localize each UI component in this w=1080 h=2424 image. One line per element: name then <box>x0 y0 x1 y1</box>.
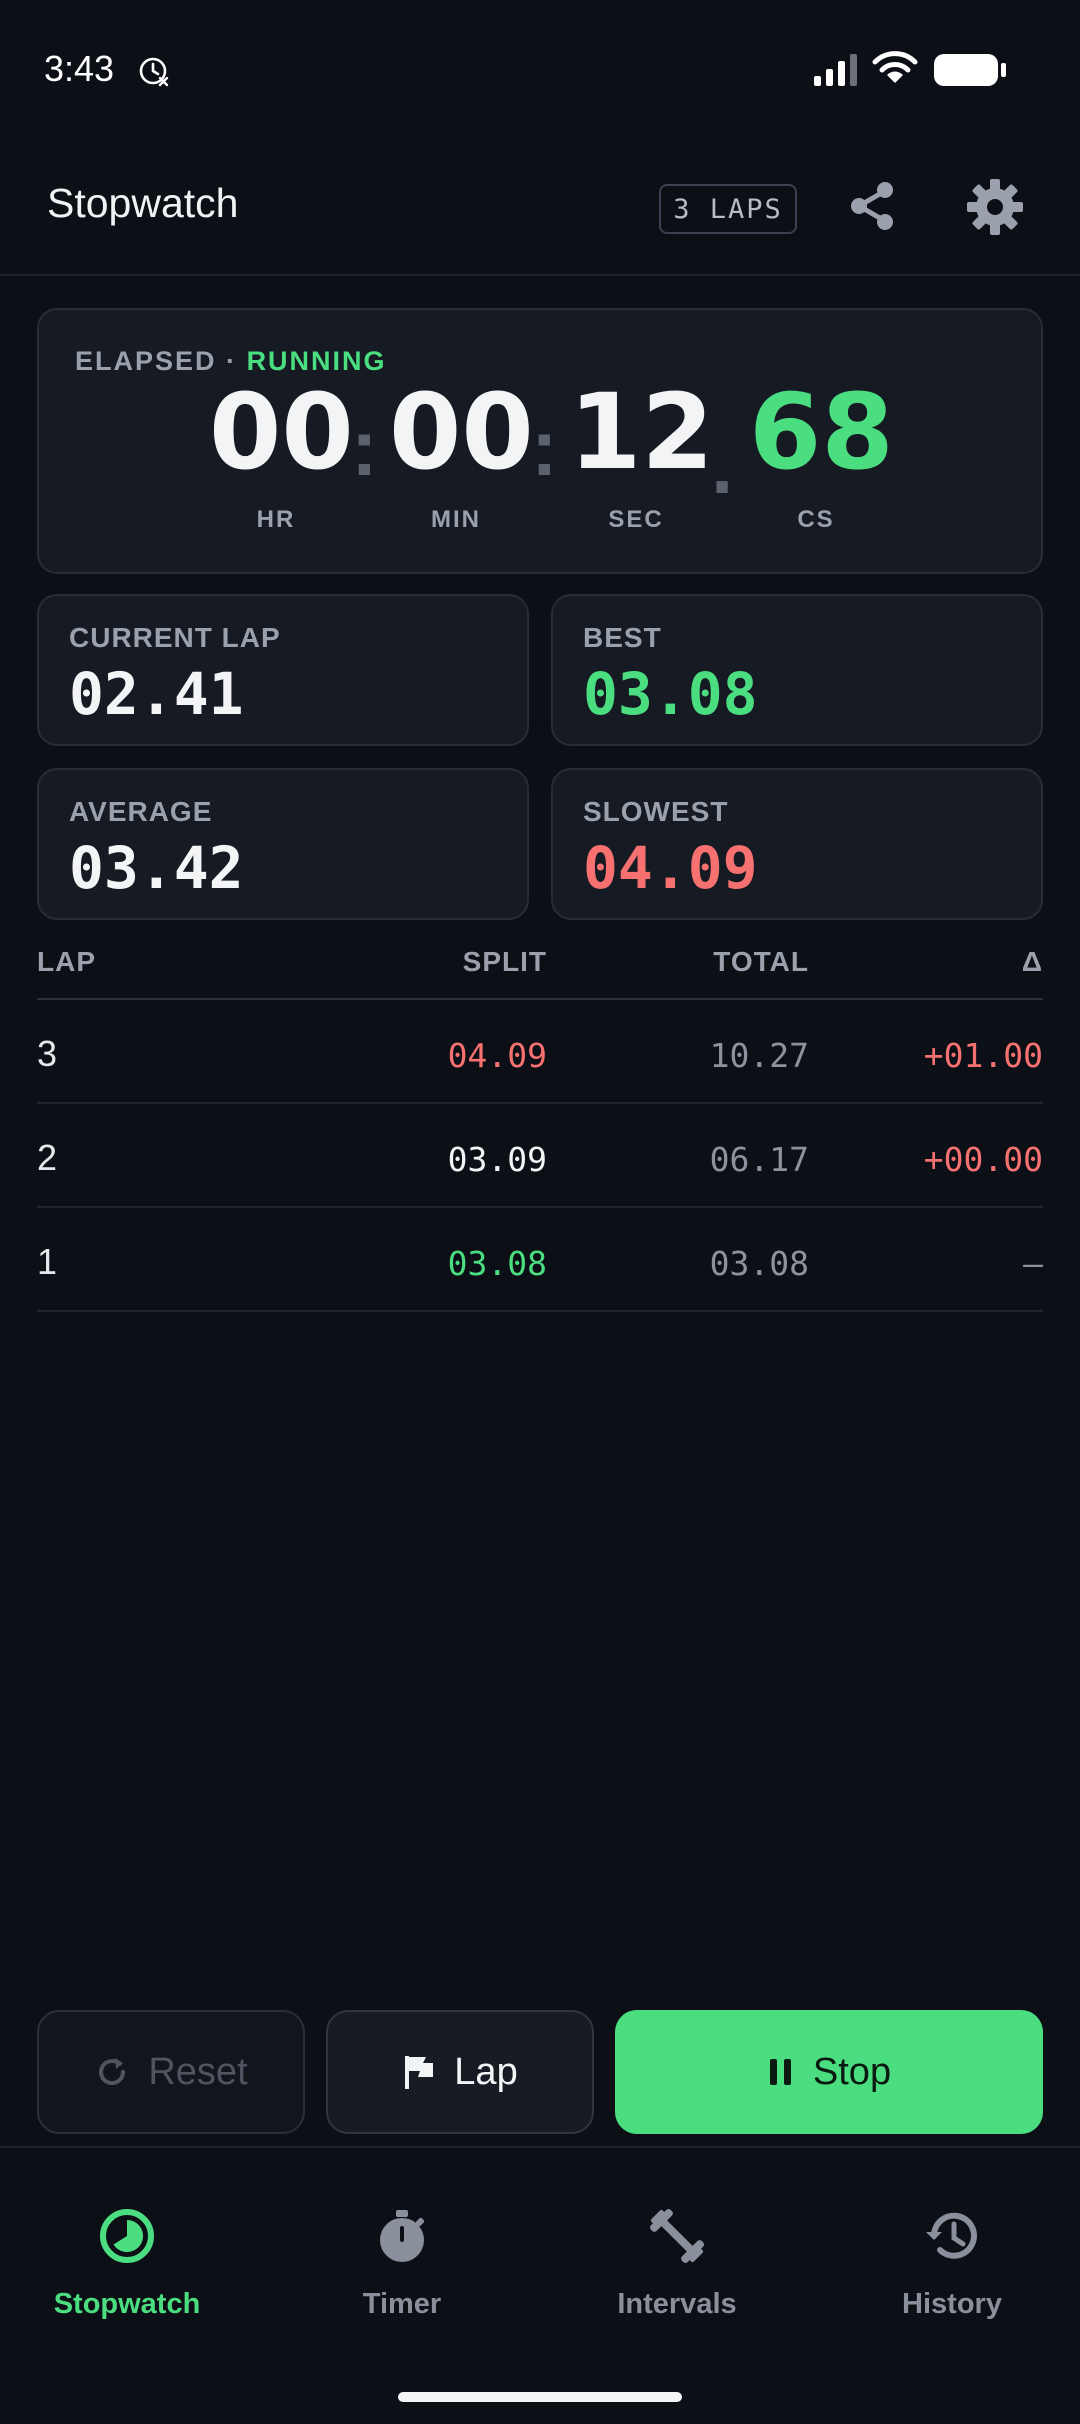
time-separator: : <box>351 403 378 492</box>
lap-button[interactable]: Lap <box>326 2010 594 2134</box>
centiseconds-value: 68 <box>749 371 894 493</box>
wifi-icon <box>872 51 918 83</box>
seconds-unit: SEC <box>608 506 664 533</box>
best-lap-label: BEST <box>583 622 662 653</box>
gear-icon[interactable] <box>964 176 1026 238</box>
elapsed-label-text: ELAPSED <box>75 346 217 376</box>
timer-icon <box>380 2210 425 2262</box>
nav-label-timer: Timer <box>362 2288 442 2320</box>
hours-unit: HR <box>256 506 296 533</box>
stop-button-label: Stop <box>812 2050 892 2093</box>
battery-icon <box>934 54 1006 86</box>
minutes-group: 00 MIN <box>389 371 534 534</box>
signal-icon <box>814 54 857 86</box>
lap-table: LAP SPLIT TOTAL Δ 3 04.09 10.27 +01.00 2… <box>37 934 1043 1312</box>
minutes-unit: MIN <box>431 506 481 533</box>
nav-item-history[interactable]: History <box>832 2206 1072 2321</box>
average-lap-label: AVERAGE <box>69 796 213 827</box>
lap-total: 10.27 <box>709 1036 809 1075</box>
lap-number: 2 <box>37 1137 58 1178</box>
history-icon <box>926 2212 977 2259</box>
table-row[interactable]: 2 03.09 06.17 +00.00 <box>37 1104 1043 1208</box>
stopwatch-icon <box>100 2209 154 2263</box>
slowest-lap-card: SLOWEST 04.09 <box>551 768 1043 920</box>
lap-delta: +00.00 <box>923 1140 1043 1179</box>
best-lap-value: 03.08 <box>583 660 758 728</box>
slowest-lap-value: 04.09 <box>583 834 758 902</box>
average-lap-card: AVERAGE 03.42 <box>37 768 529 920</box>
best-lap-card: BEST 03.08 <box>551 594 1043 746</box>
laps-count-badge: 3 LAPS <box>659 184 797 234</box>
seconds-group: 12 SEC <box>569 371 714 534</box>
stop-button[interactable]: Stop <box>615 2010 1043 2134</box>
header-total: TOTAL <box>713 946 809 977</box>
hours-group: 00 HR <box>209 371 354 534</box>
centiseconds-unit: CS <box>797 506 835 533</box>
current-lap-label: CURRENT LAP <box>69 622 281 653</box>
current-lap-value: 02.41 <box>69 660 244 728</box>
nav-label-intervals: Intervals <box>617 2288 737 2320</box>
nav-item-intervals[interactable]: Intervals <box>557 2206 797 2321</box>
slowest-lap-label: SLOWEST <box>583 796 729 827</box>
bottom-nav: Stopwatch Timer Intervals History <box>0 2146 1080 2424</box>
home-indicator <box>398 2392 682 2402</box>
lap-delta: – <box>1023 1244 1043 1283</box>
header-split: SPLIT <box>462 946 547 977</box>
lap-total: 03.08 <box>709 1244 809 1283</box>
lap-delta: +01.00 <box>923 1036 1043 1075</box>
lap-button-label: Lap <box>454 2050 518 2093</box>
refresh-icon <box>99 2058 126 2086</box>
table-row[interactable]: 3 04.09 10.27 +01.00 <box>37 1000 1043 1104</box>
page-title: Stopwatch <box>47 180 239 226</box>
seconds-value: 12 <box>569 371 714 493</box>
alarm-icon <box>139 57 169 87</box>
lap-number: 3 <box>37 1033 58 1074</box>
elapsed-card: ELAPSED · RUNNING 00 HR : 00 MIN : 12 SE… <box>37 308 1043 574</box>
pause-icon <box>769 2059 791 2085</box>
nav-item-timer[interactable]: Timer <box>282 2206 522 2321</box>
decimal-separator: . <box>711 421 734 510</box>
nav-label-stopwatch: Stopwatch <box>53 2288 201 2320</box>
nav-item-stopwatch[interactable]: Stopwatch <box>7 2206 247 2321</box>
flag-icon <box>405 2056 434 2089</box>
lap-split: 03.09 <box>447 1140 547 1179</box>
lap-split: 03.08 <box>447 1244 547 1283</box>
nav-label-history: History <box>902 2288 1002 2320</box>
time-separator: : <box>531 403 558 492</box>
header-delta: Δ <box>1021 946 1043 977</box>
hours-value: 00 <box>209 371 354 493</box>
status-time: 3:43 <box>44 48 115 89</box>
reset-button[interactable]: Reset <box>37 2010 305 2134</box>
centiseconds-group: 68 CS <box>749 371 894 534</box>
average-lap-value: 03.42 <box>69 834 244 902</box>
minutes-value: 00 <box>389 371 534 493</box>
lap-number: 1 <box>37 1241 58 1282</box>
app-header: Stopwatch 3 LAPS <box>0 140 1080 276</box>
lap-split: 04.09 <box>447 1036 547 1075</box>
lap-total: 06.17 <box>709 1140 809 1179</box>
table-row[interactable]: 1 03.08 03.08 – <box>37 1208 1043 1312</box>
status-bar: 3:43 <box>0 0 1080 140</box>
current-lap-card: CURRENT LAP 02.41 <box>37 594 529 746</box>
dumbbell-icon <box>649 2208 705 2264</box>
reset-button-label: Reset <box>148 2050 248 2093</box>
header-lap: LAP <box>37 946 96 977</box>
share-icon[interactable] <box>844 178 900 234</box>
lap-table-header: LAP SPLIT TOTAL Δ <box>37 934 1043 1000</box>
